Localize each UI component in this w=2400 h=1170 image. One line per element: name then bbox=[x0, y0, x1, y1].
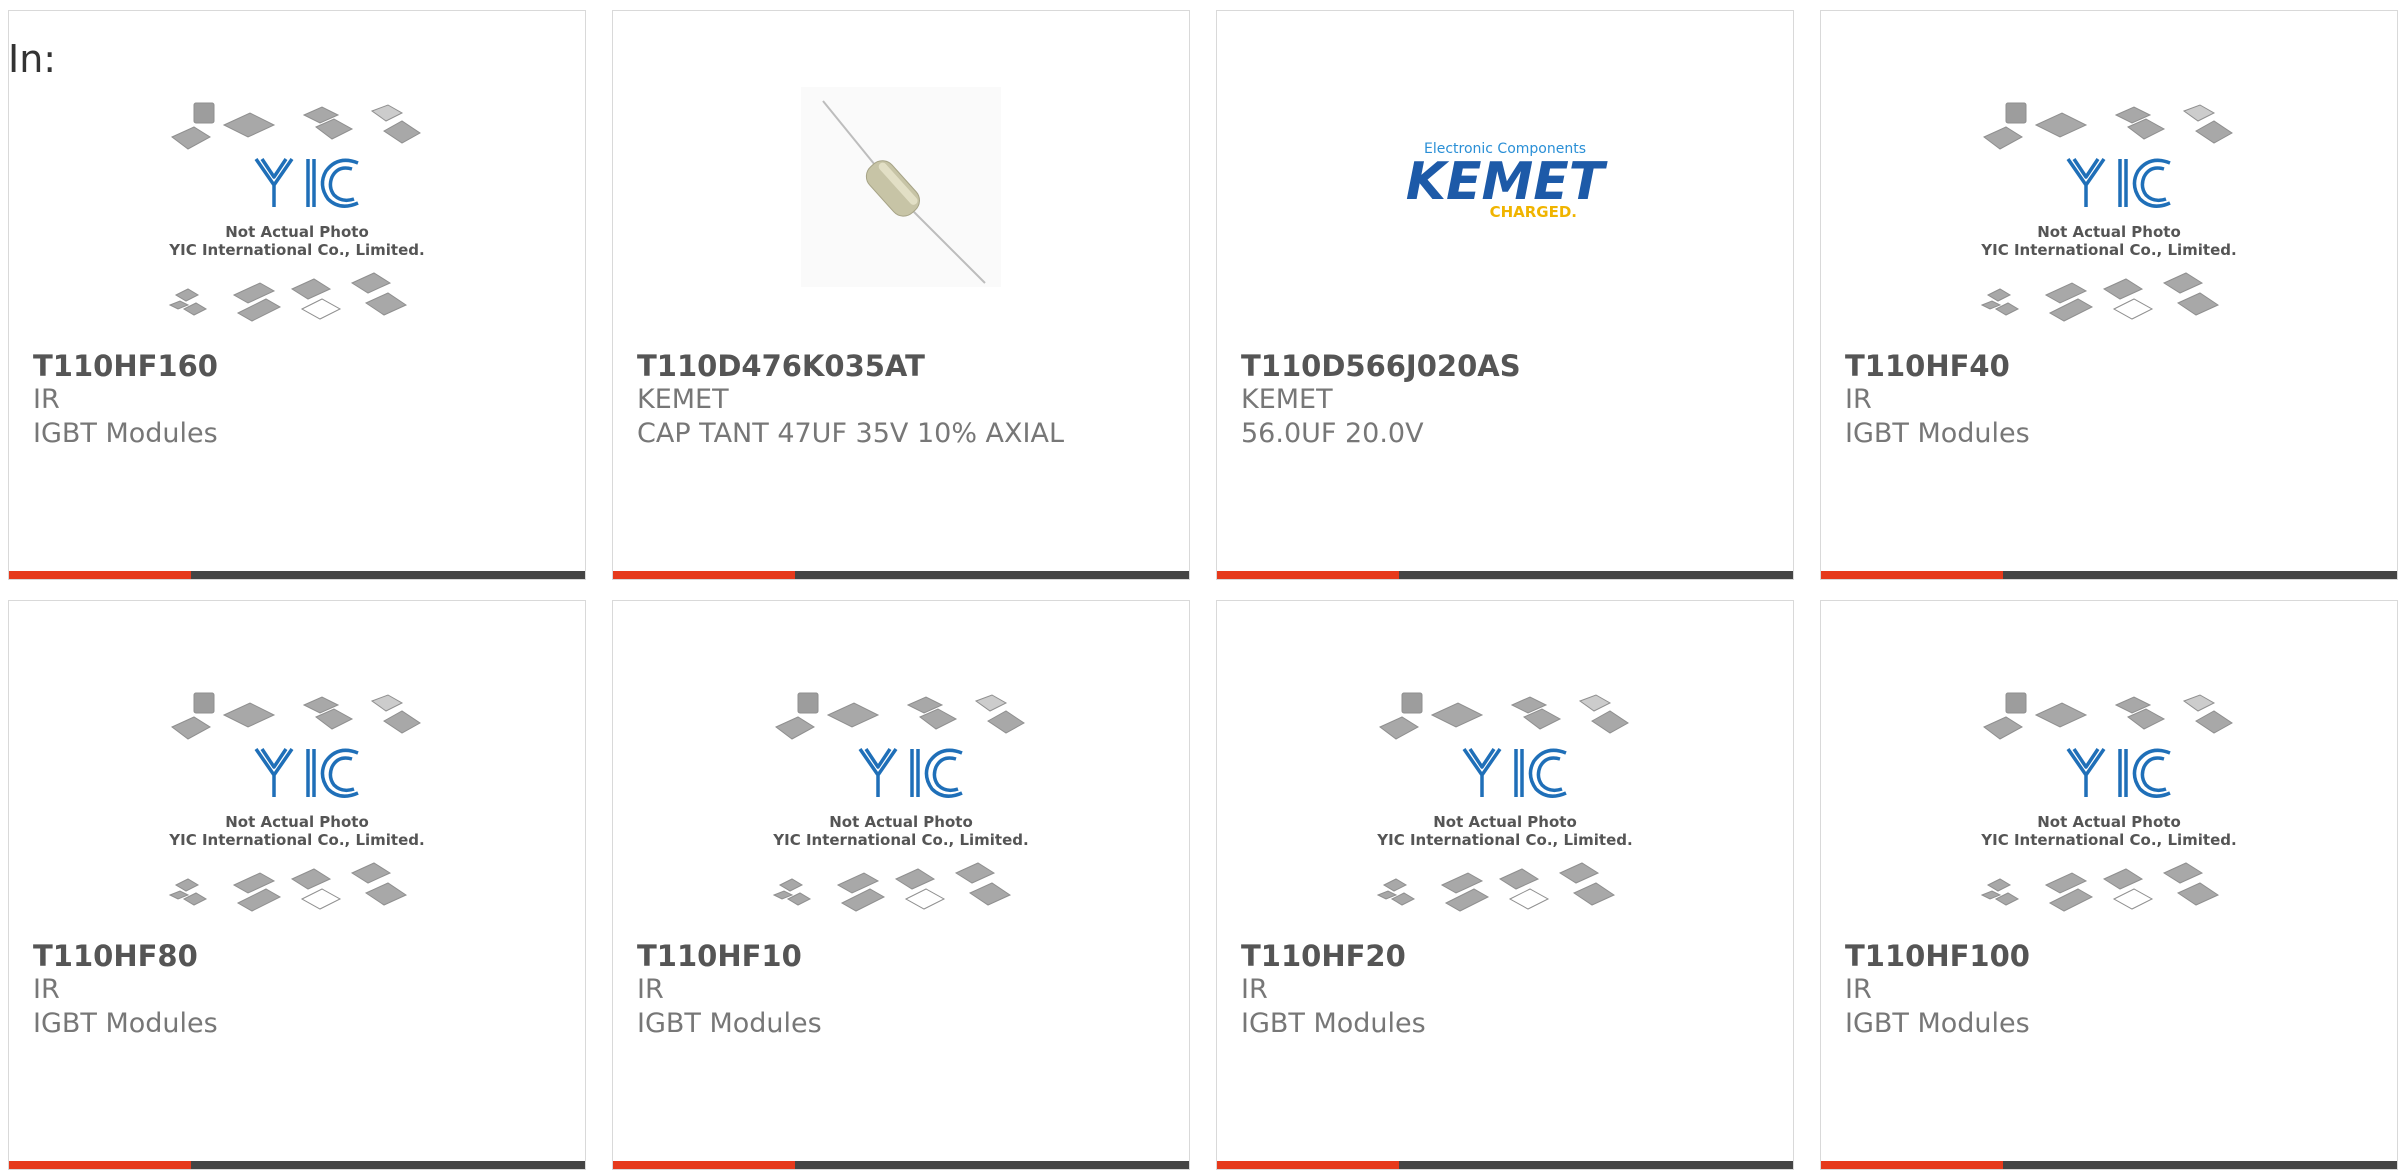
product-brand: IR bbox=[33, 974, 60, 1005]
placeholder-caption-1: Not Actual Photo bbox=[829, 813, 973, 831]
product-description: IGBT Modules bbox=[1845, 418, 2030, 449]
product-brand: KEMET bbox=[637, 384, 729, 415]
in-label: In: bbox=[8, 37, 57, 81]
card-bottom-bar bbox=[1217, 571, 1793, 579]
product-part-number[interactable]: T110HF40 bbox=[1845, 349, 2387, 383]
product-part-number[interactable]: T110D476K035AT bbox=[637, 349, 1179, 383]
product-description: IGBT Modules bbox=[1845, 1008, 2030, 1039]
placeholder-caption-1: Not Actual Photo bbox=[2037, 813, 2181, 831]
yic-placeholder-image: Not Actual Photo YIC International Co., … bbox=[1980, 102, 2237, 322]
product-brand: IR bbox=[33, 384, 60, 415]
card-accent-bar bbox=[1217, 1161, 1399, 1169]
product-thumbnail[interactable]: Not Actual Photo YIC International Co., … bbox=[1217, 689, 1793, 929]
card-bottom-bar bbox=[9, 1161, 585, 1169]
product-description: IGBT Modules bbox=[637, 1008, 822, 1039]
placeholder-caption-1: Not Actual Photo bbox=[1433, 813, 1577, 831]
product-card[interactable]: Electronic Components KEMET CHARGED. T11… bbox=[1216, 10, 1794, 580]
product-description: CAP TANT 47UF 35V 10% AXIAL bbox=[637, 418, 1065, 449]
card-accent-bar bbox=[613, 1161, 795, 1169]
placeholder-caption-2: YIC International Co., Limited. bbox=[772, 831, 1028, 849]
placeholder-caption-1: Not Actual Photo bbox=[225, 813, 369, 831]
kemet-logo: Electronic Components KEMET CHARGED. bbox=[1406, 141, 1608, 221]
product-thumbnail[interactable]: Electronic Components KEMET CHARGED. bbox=[1217, 135, 1793, 231]
placeholder-caption-2: YIC International Co., Limited. bbox=[1980, 831, 2236, 849]
kemet-charged: CHARGED. bbox=[1490, 203, 1577, 221]
card-accent-bar bbox=[1821, 571, 2003, 579]
card-accent-bar bbox=[9, 1161, 191, 1169]
placeholder-caption-2: YIC International Co., Limited. bbox=[168, 831, 424, 849]
product-part-number[interactable]: T110D566J020AS bbox=[1241, 349, 1783, 383]
product-thumbnail[interactable]: Not Actual Photo YIC International Co., … bbox=[1821, 689, 2397, 929]
product-info: T110D476K035AT KEMET CAP TANT 47UF 35V 10%… bbox=[637, 349, 1179, 451]
yic-placeholder-image: Not Actual Photo YIC International Co., … bbox=[1376, 692, 1633, 912]
product-info: T110HF40 IR IGBT Modules bbox=[1845, 349, 2387, 451]
product-brand: IR bbox=[1845, 384, 1872, 415]
product-info: T110HF10 IR IGBT Modules bbox=[637, 939, 1179, 1041]
product-thumbnail[interactable] bbox=[613, 87, 1189, 287]
card-accent-bar bbox=[9, 571, 191, 579]
product-part-number[interactable]: T110HF160 bbox=[33, 349, 575, 383]
product-info: T110HF160 IR IGBT Modules bbox=[33, 349, 575, 451]
product-card[interactable]: T110D476K035AT KEMET CAP TANT 47UF 35V 10%… bbox=[612, 10, 1190, 580]
product-card[interactable]: Not Actual Photo YIC International Co., … bbox=[1820, 10, 2398, 580]
card-bottom-bar bbox=[613, 1161, 1189, 1169]
product-description: IGBT Modules bbox=[33, 418, 218, 449]
product-info: T110HF100 IR IGBT Modules bbox=[1845, 939, 2387, 1041]
product-info: T110D566J020AS KEMET 56.0UF 20.0V bbox=[1241, 349, 1783, 451]
product-thumbnail[interactable]: Not Actual Photo YIC International Co., … bbox=[613, 689, 1189, 929]
axial-capacitor-image bbox=[801, 87, 1001, 287]
product-part-number[interactable]: T110HF100 bbox=[1845, 939, 2387, 973]
card-bottom-bar bbox=[1217, 1161, 1793, 1169]
product-card[interactable]: Not Actual Photo YIC International Co., … bbox=[1216, 600, 1794, 1170]
card-accent-bar bbox=[1821, 1161, 2003, 1169]
product-info: T110HF20 IR IGBT Modules bbox=[1241, 939, 1783, 1041]
placeholder-caption-2: YIC International Co., Limited. bbox=[1376, 831, 1632, 849]
product-brand: KEMET bbox=[1241, 384, 1333, 415]
yic-placeholder-image: Not Actual Photo YIC International Co., … bbox=[168, 692, 425, 912]
card-bottom-bar bbox=[9, 571, 585, 579]
product-part-number[interactable]: T110HF10 bbox=[637, 939, 1179, 973]
product-card[interactable]: Not Actual Photo YIC International Co., … bbox=[1820, 600, 2398, 1170]
product-brand: IR bbox=[637, 974, 664, 1005]
yic-placeholder-image: Not Actual Photo YIC International Co., … bbox=[1980, 692, 2237, 912]
product-part-number[interactable]: T110HF20 bbox=[1241, 939, 1783, 973]
product-card[interactable]: Not Actual Photo YIC International Co., … bbox=[8, 10, 586, 580]
yic-placeholder-image: Not Actual Photo YIC International Co., … bbox=[168, 102, 425, 322]
product-info: T110HF80 IR IGBT Modules bbox=[33, 939, 575, 1041]
card-bottom-bar bbox=[613, 571, 1189, 579]
product-thumbnail[interactable]: Not Actual Photo YIC International Co., … bbox=[9, 689, 585, 929]
product-brand: IR bbox=[1241, 974, 1268, 1005]
product-thumbnail[interactable]: Not Actual Photo YIC International Co., … bbox=[1821, 99, 2397, 339]
card-bottom-bar bbox=[1821, 571, 2397, 579]
product-card[interactable]: Not Actual Photo YIC International Co., … bbox=[8, 600, 586, 1170]
yic-placeholder-image: Not Actual Photo YIC International Co., … bbox=[772, 692, 1029, 912]
product-brand: IR bbox=[1845, 974, 1872, 1005]
card-accent-bar bbox=[613, 571, 795, 579]
placeholder-caption-1: Not Actual Photo bbox=[2037, 223, 2181, 241]
product-description: IGBT Modules bbox=[1241, 1008, 1426, 1039]
placeholder-caption-1: Not Actual Photo bbox=[225, 223, 369, 241]
product-description: IGBT Modules bbox=[33, 1008, 218, 1039]
product-description: 56.0UF 20.0V bbox=[1241, 418, 1424, 449]
product-thumbnail[interactable]: Not Actual Photo YIC International Co., … bbox=[9, 99, 585, 339]
product-card[interactable]: Not Actual Photo YIC International Co., … bbox=[612, 600, 1190, 1170]
placeholder-caption-2: YIC International Co., Limited. bbox=[1980, 241, 2236, 259]
card-bottom-bar bbox=[1821, 1161, 2397, 1169]
placeholder-caption-2: YIC International Co., Limited. bbox=[168, 241, 424, 259]
product-part-number[interactable]: T110HF80 bbox=[33, 939, 575, 973]
card-accent-bar bbox=[1217, 571, 1399, 579]
